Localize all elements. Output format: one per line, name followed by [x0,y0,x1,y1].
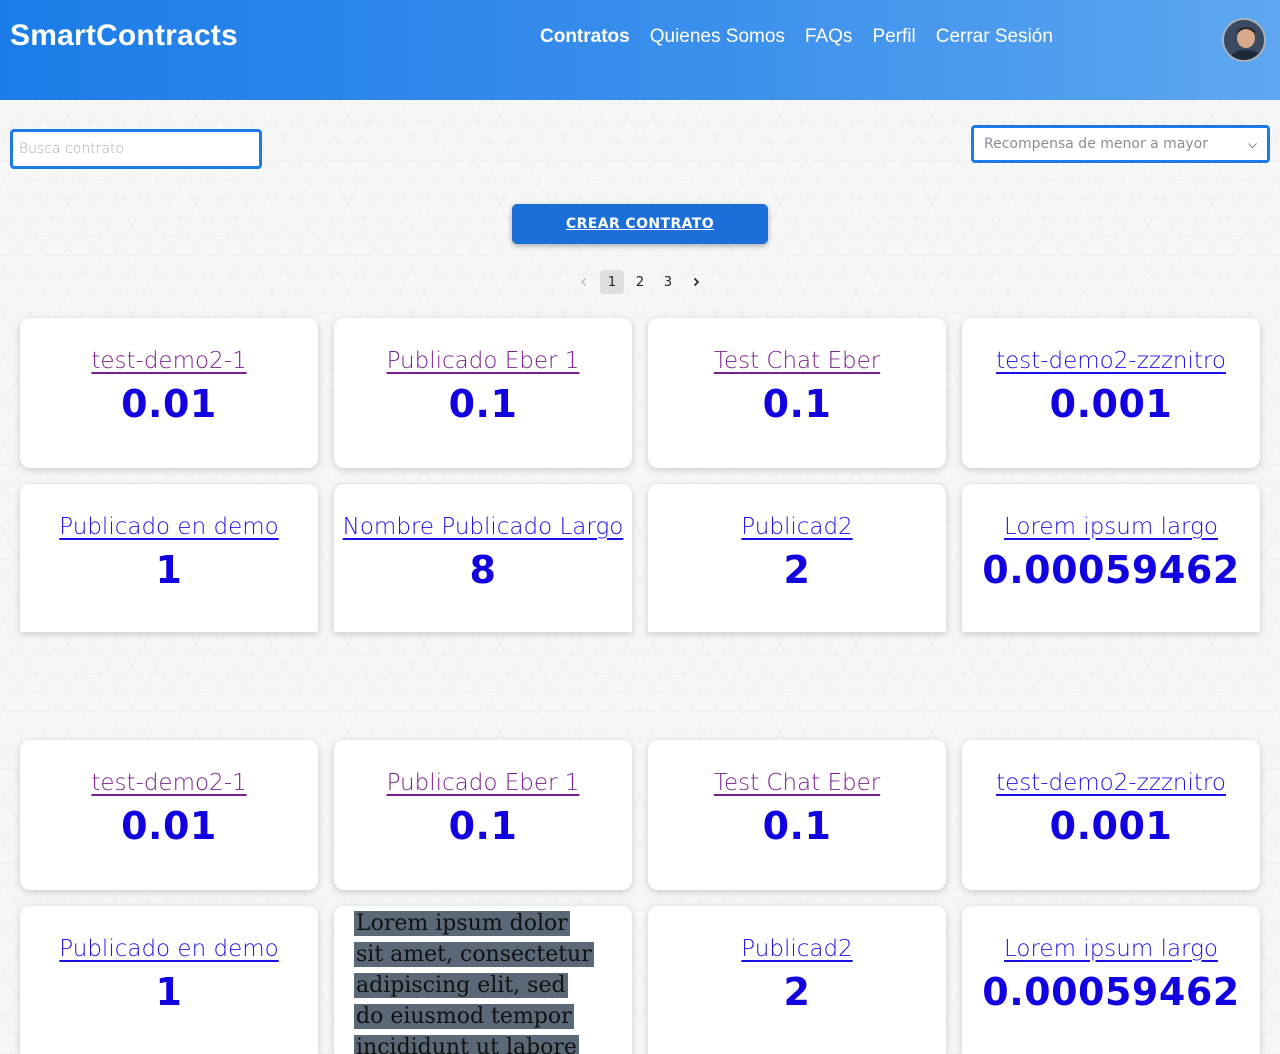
nav-contratos[interactable]: Contratos [540,26,630,48]
chevron-left-icon[interactable] [572,270,596,294]
contract-reward: 8 [469,548,497,592]
nav-quienes-somos[interactable]: Quienes Somos [650,26,785,48]
contract-reward: 0.001 [1049,382,1173,426]
page-3-button[interactable]: 3 [656,270,680,294]
contract-card[interactable]: Lorem ipsum dolor sit amet, consectetur … [334,906,632,1054]
contract-title-link[interactable]: Publicado Eber 1 [334,770,632,796]
contract-reward: 0.001 [1049,804,1173,848]
contract-title-link[interactable]: Lorem ipsum largo [962,936,1260,962]
contract-reward: 0.1 [762,382,832,426]
contract-card[interactable]: Publicad2 2 [648,484,946,632]
contract-card[interactable]: test-demo2-zzznitro 0.001 [962,740,1260,890]
contract-card[interactable]: test-demo2-1 0.01 [20,318,318,468]
contract-reward: 0.1 [448,382,518,426]
contract-card[interactable]: Nombre Publicado Largo 8 [334,484,632,632]
contract-card[interactable]: Publicad2 2 [648,906,946,1054]
contract-card[interactable]: test-demo2-zzznitro 0.001 [962,318,1260,468]
contract-reward: 0.00059462 [982,548,1240,592]
contract-reward: 0.01 [121,804,217,848]
main-nav: Contratos Quienes Somos FAQs Perfil Cerr… [540,26,1053,48]
contract-title-link[interactable]: Publicado Eber 1 [334,348,632,374]
contract-reward: 0.01 [121,382,217,426]
contract-title-link[interactable]: test-demo2-zzznitro [962,348,1260,374]
contract-title-link[interactable]: Publicado en demo [20,514,318,540]
contract-reward: 2 [783,548,811,592]
contract-title-link[interactable]: Publicado en demo [20,936,318,962]
contract-reward: 2 [783,970,811,1014]
search-input[interactable] [10,129,262,169]
top-header: SmartContracts Contratos Quienes Somos F… [0,0,1280,100]
contract-title-link[interactable]: Lorem ipsum largo [962,514,1260,540]
contract-title-link[interactable]: Publicad2 [648,936,946,962]
contract-reward: 0.1 [762,804,832,848]
sort-select-value: Recompensa de menor a mayor [984,136,1209,152]
contract-card[interactable]: Publicado Eber 1 0.1 [334,740,632,890]
contract-title-link[interactable]: test-demo2-1 [20,770,318,796]
create-contract-button[interactable]: CREAR CONTRATO [512,204,768,244]
overflow-text-content: Lorem ipsum dolor sit amet, consectetur … [354,911,594,1054]
contract-title-link[interactable]: test-demo2-zzznitro [962,770,1260,796]
contract-card[interactable]: Publicado en demo 1 [20,484,318,632]
pagination: 1 2 3 [572,270,708,294]
page-2-button[interactable]: 2 [628,270,652,294]
page-1-button[interactable]: 1 [600,270,624,294]
contract-title-link[interactable]: Publicad2 [648,514,946,540]
contract-title-link[interactable]: Test Chat Eber [648,770,946,796]
contract-reward: 1 [155,970,183,1014]
contract-title-link[interactable]: Test Chat Eber [648,348,946,374]
contract-card[interactable]: Publicado Eber 1 0.1 [334,318,632,468]
contract-reward: 0.1 [448,804,518,848]
contract-card[interactable]: Lorem ipsum largo 0.00059462 [962,484,1260,632]
brand-logo[interactable]: SmartContracts [10,19,238,53]
contract-card[interactable]: test-demo2-1 0.01 [20,740,318,890]
nav-cerrar-sesion[interactable]: Cerrar Sesión [936,26,1053,48]
contract-reward: 0.00059462 [982,970,1240,1014]
contract-reward: 1 [155,548,183,592]
chevron-down-icon: ⌵ [1247,136,1257,151]
contract-title-link[interactable]: test-demo2-1 [20,348,318,374]
contract-card[interactable]: Test Chat Eber 0.1 [648,318,946,468]
contract-title-link[interactable]: Nombre Publicado Largo [334,514,632,540]
user-photo-icon [1224,20,1264,60]
chevron-right-icon[interactable] [684,270,708,294]
contract-card[interactable]: Publicado en demo 1 [20,906,318,1054]
nav-perfil[interactable]: Perfil [872,26,915,48]
avatar[interactable] [1222,18,1266,62]
nav-faqs[interactable]: FAQs [805,26,853,48]
sort-select[interactable]: Recompensa de menor a mayor ⌵ [971,125,1270,163]
contract-card[interactable]: Test Chat Eber 0.1 [648,740,946,890]
contract-card[interactable]: Lorem ipsum largo 0.00059462 [962,906,1260,1054]
overflow-text: Lorem ipsum dolor sit amet, consectetur … [354,908,598,1054]
